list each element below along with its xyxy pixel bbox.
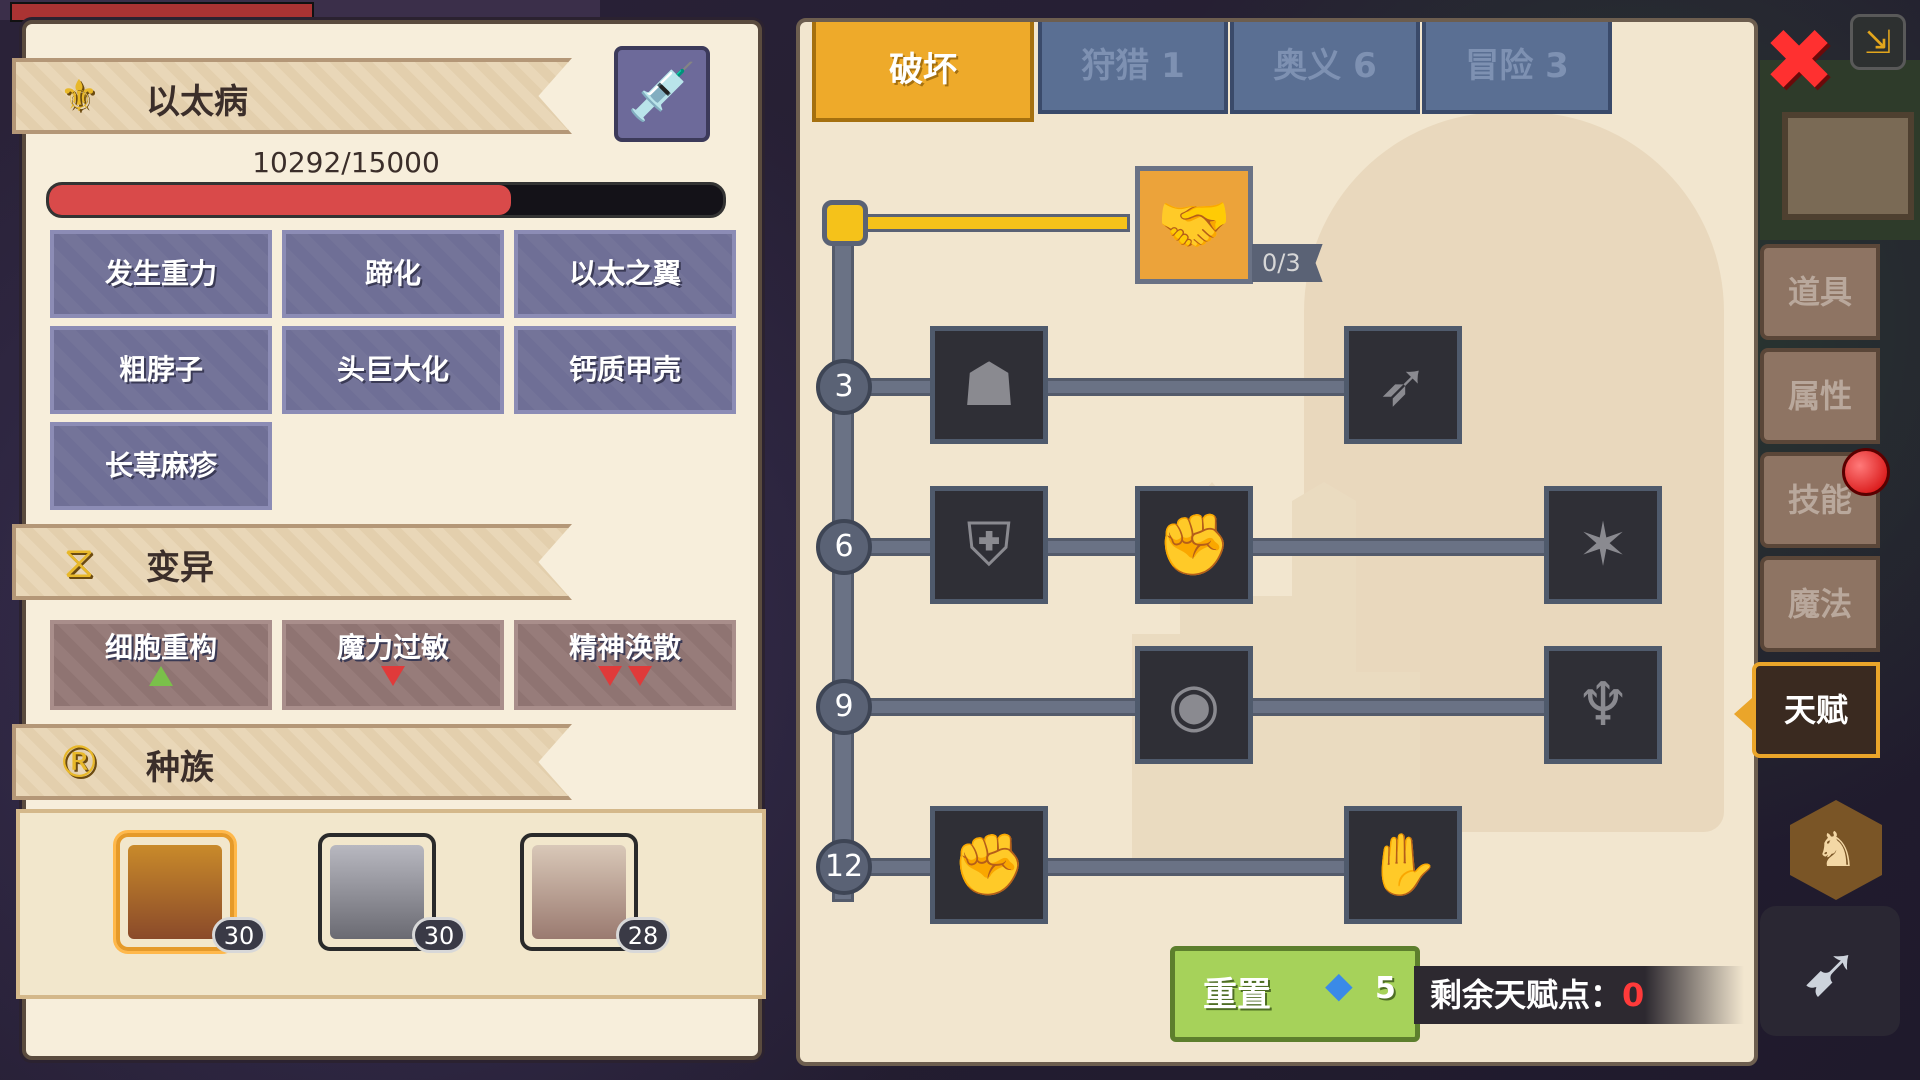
skill-count: 0/3: [1252, 244, 1323, 282]
disease-tile[interactable]: 发生重力: [50, 230, 272, 318]
mutation-label: 细胞重构: [104, 631, 217, 664]
status-panel: ⚜ 以太病 💉 10292/15000 发生重力 蹄化 以太之翼 粗脖子 头巨大…: [12, 20, 766, 1060]
tier-node: 3: [816, 359, 872, 415]
skill-ripple[interactable]: ◉: [1135, 646, 1253, 764]
skill-grab[interactable]: ✋: [1344, 806, 1462, 924]
race-portrait: [532, 845, 626, 939]
tab-destroy[interactable]: 破坏: [812, 22, 1034, 122]
expand-icon: ⇲: [1864, 23, 1892, 61]
disease-header: ⚜ 以太病: [12, 58, 572, 134]
muscle-body-icon: ☗: [962, 350, 1016, 420]
syringe-icon: 💉: [627, 60, 697, 125]
race-header: ® 种族: [12, 724, 572, 800]
tree-branch-12: [840, 858, 1380, 876]
tree-branch-3: [840, 378, 1380, 396]
disease-tile[interactable]: 长荨麻疹: [50, 422, 272, 510]
diamond-icon: ◆: [1325, 965, 1353, 1006]
side-tab-talent[interactable]: 天赋: [1734, 662, 1880, 758]
tier-node: 9: [816, 679, 872, 735]
background-hud: [0, 0, 600, 22]
race-list: 30 30 28: [16, 809, 766, 999]
punch-icon: ✊: [1156, 510, 1232, 580]
splash-strike-icon: ✶: [1577, 510, 1629, 580]
hp-bar: [46, 182, 726, 218]
side-tab-attributes[interactable]: 属性: [1760, 348, 1880, 444]
disease-title: 以太病: [146, 82, 248, 122]
disease-tile[interactable]: 粗脖子: [50, 326, 272, 414]
shield-break-icon: ⛨: [966, 510, 1012, 580]
mutation-label: 精神涣散: [568, 631, 681, 664]
reset-cost: 5: [1375, 971, 1396, 1006]
race-portrait: [330, 845, 424, 939]
tree-start-node: [822, 200, 868, 246]
disease-tile[interactable]: 蹄化: [282, 230, 504, 318]
side-tab-items[interactable]: 道具: [1760, 244, 1880, 340]
mutation-header: ⧖ 变异: [12, 524, 572, 600]
horse-icon: ♞: [1814, 822, 1858, 878]
mutation-down-icon: [598, 666, 622, 686]
arrow-hit-icon: ➶: [1377, 350, 1429, 420]
r-coin-icon: ®: [57, 737, 101, 788]
grab-icon: ✋: [1365, 830, 1441, 900]
talent-panel: 破坏 狩猎 1 奥义 6 冒险 3 3 6 9 12 🤝 0/3 ☗ ➶ ⛨ ✊…: [796, 18, 1758, 1066]
expand-button[interactable]: ⇲: [1850, 14, 1906, 70]
weapon-button[interactable]: ➹: [1760, 906, 1900, 1036]
mutation-down-icon: [381, 666, 405, 686]
tab-secret[interactable]: 奥义 6: [1230, 22, 1420, 114]
skill-arrow-hit[interactable]: ➶: [1344, 326, 1462, 444]
skill-bat-drop[interactable]: ♆: [1544, 646, 1662, 764]
remaining-label: 剩余天赋点：: [1430, 976, 1623, 1014]
disease-tile[interactable]: 以太之翼: [514, 230, 736, 318]
disease-tile[interactable]: 头巨大化: [282, 326, 504, 414]
close-x-icon: ✖: [1762, 11, 1836, 111]
tab-hunt[interactable]: 狩猎 1: [1038, 22, 1228, 114]
remaining-value: 0: [1622, 976, 1645, 1014]
skill-arm-wrestle[interactable]: 🤝: [1135, 166, 1253, 284]
skill-shield-break[interactable]: ⛨: [930, 486, 1048, 604]
fist-icon: ✊: [951, 830, 1027, 900]
race-title: 种族: [146, 748, 214, 788]
bat-drop-icon: ♆: [1576, 670, 1630, 740]
mutation-tile[interactable]: 细胞重构: [50, 620, 272, 710]
mutation-tile[interactable]: 魔力过敏: [282, 620, 504, 710]
background-hp-bar: [10, 2, 314, 22]
tier-node: 12: [816, 839, 872, 895]
bow-icon: ➹: [1800, 930, 1860, 1012]
ether-swirl-icon: ⚜: [59, 71, 99, 122]
dna-helix-icon: ⧖: [63, 537, 95, 588]
skill-splash-strike[interactable]: ✶: [1544, 486, 1662, 604]
race-level-badge: 28: [616, 917, 670, 953]
reset-label: 重置: [1203, 975, 1271, 1015]
side-tab-magic[interactable]: 魔法: [1760, 556, 1880, 652]
arm-wrestle-icon: 🤝: [1156, 190, 1232, 260]
race-level-badge: 30: [412, 917, 466, 953]
syringe-button[interactable]: 💉: [614, 46, 710, 142]
skill-fist[interactable]: ✊: [930, 806, 1048, 924]
race-portrait: [128, 845, 222, 939]
tree-branch-top: [840, 214, 1130, 232]
skill-punch[interactable]: ✊: [1135, 486, 1253, 604]
tab-adventure[interactable]: 冒险 3: [1422, 22, 1612, 114]
notification-dot: [1842, 448, 1890, 496]
hp-text: 10292/15000: [252, 146, 440, 179]
disease-tile[interactable]: 钙质甲壳: [514, 326, 736, 414]
close-button[interactable]: ✖: [1760, 18, 1838, 104]
reset-button[interactable]: 重置 ◆ 5: [1170, 946, 1420, 1042]
mutation-down-icon: [628, 666, 652, 686]
mutation-title: 变异: [146, 548, 214, 588]
hp-bar-fill: [49, 185, 512, 215]
remaining-points: 剩余天赋点：0: [1414, 966, 1744, 1024]
mutation-tile[interactable]: 精神涣散: [514, 620, 736, 710]
minimap-room: [1782, 112, 1914, 220]
skill-muscle-body[interactable]: ☗: [930, 326, 1048, 444]
ripple-icon: ◉: [1167, 670, 1221, 740]
mutation-label: 魔力过敏: [336, 631, 449, 664]
race-level-badge: 30: [212, 917, 266, 953]
tier-node: 6: [816, 519, 872, 575]
